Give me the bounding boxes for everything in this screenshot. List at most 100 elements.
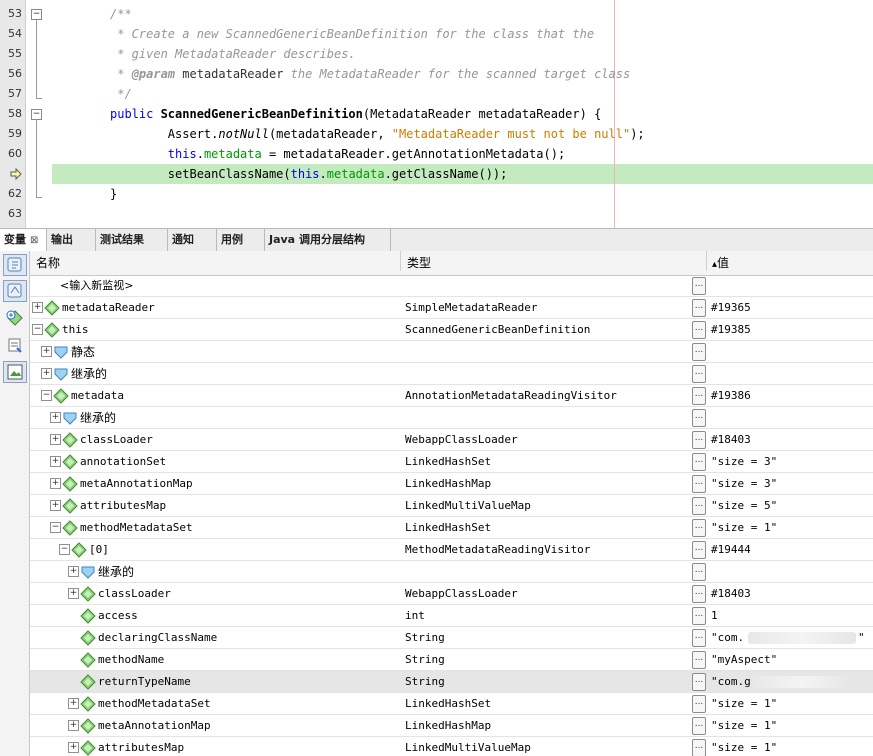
variable-row[interactable]: + 继承的... [30,407,873,429]
column-divider[interactable] [706,251,707,271]
code-line[interactable]: 55 * given MetadataReader describes. [0,44,873,64]
variable-row[interactable]: − metadata AnnotationMetadataReadingVisito… [30,385,873,407]
value-edit-button[interactable]: ... [692,651,706,669]
collapse-icon[interactable]: − [59,544,70,555]
value-edit-button[interactable]: ... [692,673,706,691]
variable-row[interactable]: − methodMetadataSet LinkedHashSet... "size … [30,517,873,539]
code-token: ScannedGenericBeanDefinition [160,107,363,121]
expand-icon[interactable]: + [50,412,61,423]
code-line[interactable]: 54 * Create a new ScannedGenericBeanDefi… [0,24,873,44]
variable-row[interactable]: + metadataReader SimpleMetadataReader... #1… [30,297,873,319]
variable-row[interactable]: + metaAnnotationMap LinkedHashMap... "size … [30,715,873,737]
variable-row[interactable]: − [0] MethodMetadataReadingVisitor... #1944… [30,539,873,561]
value-edit-button[interactable]: ... [692,387,706,405]
code-line[interactable]: 59 Assert.notNull(metadataReader, "Metad… [0,124,873,144]
variable-row[interactable]: + annotationSet LinkedHashSet... "size = 3" [30,451,873,473]
variable-row[interactable]: + classLoader WebappClassLoader... #18403 [30,429,873,451]
variable-row[interactable]: declaringClassName String... "com. " [30,627,873,649]
code-line[interactable]: 60 this.metadata = metadataReader.getAnn… [0,144,873,164]
expand-icon[interactable]: + [41,346,52,357]
code-line[interactable]: 62} [0,184,873,204]
value-edit-button[interactable]: ... [692,695,706,713]
value-edit-button[interactable]: ... [692,497,706,515]
create-watch-button[interactable] [3,307,27,329]
variable-row[interactable]: + 静态... [30,341,873,363]
value-edit-button[interactable]: ... [692,365,706,383]
value-edit-button[interactable]: ... [692,299,706,317]
tab-notifications[interactable]: 通知 [168,229,217,251]
variable-row[interactable]: + metaAnnotationMap LinkedHashMap... "size … [30,473,873,495]
value-edit-button[interactable]: ... [692,541,706,559]
fold-collapse-icon[interactable]: − [31,109,42,120]
column-divider[interactable] [400,251,401,271]
variable-row[interactable]: returnTypeName String... "com.g [30,671,873,693]
close-tab-icon[interactable]: ⊠ [30,235,38,246]
variable-row[interactable]: methodName String... "myAspect" [30,649,873,671]
variable-row[interactable]: + methodMetadataSet LinkedHashSet... "size … [30,693,873,715]
collapse-icon[interactable]: − [50,522,61,533]
variable-row[interactable]: + 继承的... [30,363,873,385]
column-header-value[interactable]: ▴值 [712,251,729,277]
tab-test-results[interactable]: 测试结果 [96,229,168,251]
value-edit-button[interactable]: ... [692,343,706,361]
code-token: ); [630,127,645,141]
variable-row[interactable]: + attributesMap LinkedMultiValueMap... "siz… [30,495,873,517]
expand-icon[interactable]: + [41,368,52,379]
value-edit-button[interactable]: ... [692,475,706,493]
variable-row[interactable]: + attributesMap LinkedMultiValueMap... "siz… [30,737,873,756]
tab-java-call-hierarchy[interactable]: Java 调用分层结构 [265,229,391,251]
value-edit-button[interactable]: ... [692,321,706,339]
code-editor[interactable]: 53 /** 54 * Create a new ScannedGenericBea… [0,0,873,228]
new-watch-row[interactable]: <输入新监视> ... [30,275,873,297]
show-static-button[interactable] [3,254,27,276]
value-edit-button[interactable]: ... [692,431,706,449]
value-edit-button[interactable]: ... [692,739,706,756]
expand-icon[interactable]: + [68,566,79,577]
code-token: notNull [218,127,269,141]
code-line[interactable]: 63 [0,204,873,224]
variable-row[interactable]: − this ScannedGenericBeanDefinition... #193… [30,319,873,341]
value-edit-button[interactable]: ... [692,607,706,625]
value-edit-button[interactable]: ... [692,277,706,295]
variable-row[interactable]: + 继承的... [30,561,873,583]
value-edit-button[interactable]: ... [692,409,706,427]
inherited-group-icon [63,412,77,425]
value-edit-button[interactable]: ... [692,717,706,735]
variable-row[interactable]: + classLoader WebappClassLoader... #18403 [30,583,873,605]
column-header-type[interactable]: 类型 [407,251,431,275]
code-line[interactable]: 57 */ [0,84,873,104]
expand-icon[interactable]: + [50,478,61,489]
code-line[interactable]: 56 * @param metadataReader the MetadataR… [0,64,873,84]
collapse-icon[interactable]: − [41,390,52,401]
code-line[interactable]: setBeanClassName(this.metadata.getClassN… [0,164,873,184]
settings-button[interactable] [3,334,27,356]
expand-icon[interactable]: + [68,588,79,599]
line-number: 57 [8,87,22,100]
expand-icon[interactable]: + [50,456,61,467]
expand-icon[interactable]: + [68,742,79,753]
column-header-name[interactable]: 名称 [36,251,60,275]
show-values-button[interactable] [3,361,27,383]
fold-collapse-icon[interactable]: − [31,9,42,20]
expand-icon[interactable]: + [50,500,61,511]
value-edit-button[interactable]: ... [692,629,706,647]
tab-usages[interactable]: 用例 [217,229,265,251]
variable-value: "size = 1" [711,697,778,710]
collapse-icon[interactable]: − [32,324,43,335]
value-edit-button[interactable]: ... [692,519,706,537]
expand-icon[interactable]: + [68,720,79,731]
expand-icon[interactable]: + [50,434,61,445]
value-edit-button[interactable]: ... [692,453,706,471]
value-edit-button[interactable]: ... [692,563,706,581]
value-edit-button[interactable]: ... [692,585,706,603]
expand-icon[interactable]: + [68,698,79,709]
new-watch-placeholder[interactable]: <输入新监视> [60,275,133,297]
code-line[interactable]: 58 public ScannedGenericBeanDefinition(Me… [0,104,873,124]
show-inherited-button[interactable] [3,280,27,302]
expand-icon[interactable]: + [32,302,43,313]
code-line[interactable]: 53 /** [0,4,873,24]
variable-row[interactable]: access int... 1 [30,605,873,627]
line-number: 58 [8,107,22,120]
tab-variables[interactable]: 变量 ⊠ [0,229,47,251]
tab-output[interactable]: 输出 [47,229,96,251]
